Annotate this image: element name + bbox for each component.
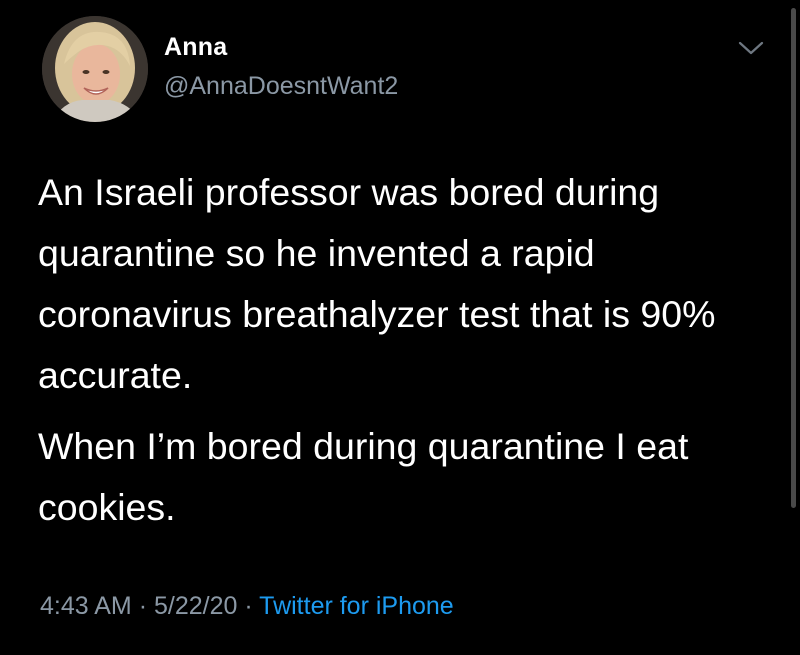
separator-dot: · xyxy=(244,592,253,620)
tweet-source-link[interactable]: Twitter for iPhone xyxy=(259,592,454,620)
tweet-text: An Israeli professor was bored during qu… xyxy=(38,162,758,538)
tweet-time[interactable]: 4:43 AM xyxy=(40,592,132,620)
tweet-metadata: 4:43 AM · 5/22/20 · Twitter for iPhone xyxy=(40,592,454,621)
user-handle[interactable]: @AnnaDoesntWant2 xyxy=(164,72,398,101)
tweet-paragraph: When I’m bored during quarantine I eat c… xyxy=(38,425,689,528)
tweet-card: Anna @AnnaDoesntWant2 An Israeli profess… xyxy=(0,0,800,655)
display-name[interactable]: Anna xyxy=(164,33,227,62)
tweet-date[interactable]: 5/22/20 xyxy=(154,592,237,620)
separator-dot: · xyxy=(138,592,148,620)
chevron-down-icon[interactable] xyxy=(737,38,765,58)
scrollbar[interactable] xyxy=(791,8,796,508)
tweet-paragraph: An Israeli professor was bored during qu… xyxy=(38,171,716,396)
avatar[interactable] xyxy=(42,16,148,122)
profile-photo xyxy=(42,16,148,122)
